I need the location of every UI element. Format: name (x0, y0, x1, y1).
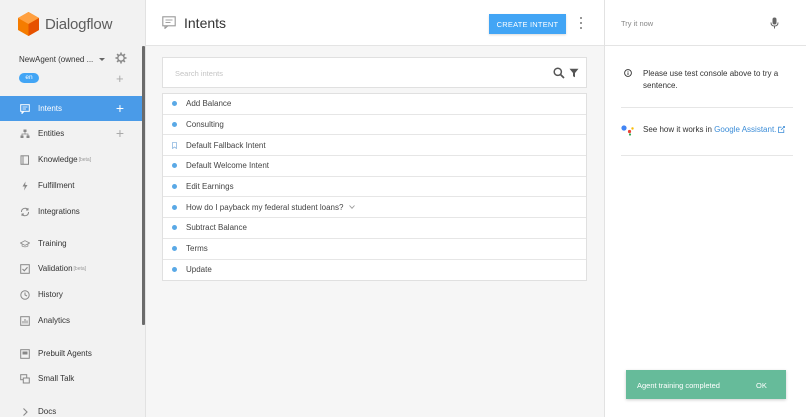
sidebar-item-history[interactable]: History (0, 282, 142, 307)
knowledge-icon (20, 154, 30, 165)
chevron-right-icon (20, 407, 30, 417)
google-assistant-link[interactable]: Google Assistant. (714, 125, 776, 134)
search-bar (162, 57, 587, 88)
add-entity-icon[interactable]: + (116, 126, 124, 140)
prebuilt-agents-icon (20, 348, 30, 359)
training-toast: Agent training completed OK (626, 370, 786, 399)
toast-ok-button[interactable]: OK (756, 381, 767, 390)
sidebar-item-small-talk[interactable]: Small Talk (0, 366, 142, 391)
intent-status-dot (172, 204, 177, 210)
intent-label: Consulting (186, 120, 224, 130)
dialogflow-logo-icon (18, 12, 39, 36)
google-assistant-text: See how it works in Google Assistant. (643, 125, 786, 134)
intent-label: Default Welcome Intent (186, 161, 270, 171)
intent-list: Add Balance Consulting Default Fallback … (162, 93, 587, 282)
clock-icon (20, 289, 30, 300)
sidebar-scrollbar[interactable] (142, 46, 145, 325)
sidebar-item-fulfillment[interactable]: Fulfillment (0, 173, 142, 198)
intent-status-dot (172, 163, 177, 169)
sidebar-item-integrations[interactable]: Integrations (0, 199, 142, 224)
intent-label: Default Fallback Intent (186, 140, 266, 150)
intent-status-dot (172, 267, 177, 273)
app-name: Dialogflow (45, 16, 113, 33)
add-language-icon[interactable]: + (116, 72, 124, 85)
list-item[interactable]: Edit Earnings (163, 177, 586, 198)
filter-icon[interactable] (569, 68, 579, 78)
info-icon (624, 69, 632, 77)
try-it-now-bar (605, 0, 806, 46)
intent-label: Edit Earnings (186, 182, 234, 192)
bolt-icon (20, 181, 30, 191)
intent-status-dot (172, 246, 177, 252)
chevron-down-icon[interactable] (349, 205, 356, 210)
list-item[interactable]: Add Balance (163, 94, 586, 115)
list-item[interactable]: Consulting (163, 115, 586, 136)
check-box-icon (20, 263, 30, 274)
page-header: Intents CREATE INTENT (146, 0, 604, 46)
info-text: Please use test console above to try a s… (643, 69, 779, 90)
sidebar-item-prebuilt-agents[interactable]: Prebuilt Agents (0, 341, 142, 366)
test-console-panel: Please use test console above to try a s… (604, 0, 806, 417)
intent-status-dot (172, 225, 177, 231)
chat-bubble-icon (20, 103, 30, 114)
page-title: Intents (184, 15, 227, 31)
intent-status-dot (172, 184, 177, 190)
more-options-icon[interactable] (579, 17, 583, 29)
intent-label: Terms (186, 244, 208, 254)
main-content: Intents CREATE INTENT Add Balance Consul… (146, 0, 604, 417)
sidebar: Dialogflow NewAgent (owned ... en + Inte… (0, 0, 146, 417)
add-intent-icon[interactable]: + (116, 101, 124, 115)
language-badge[interactable]: en (19, 73, 39, 83)
sidebar-item-training[interactable]: Training (0, 231, 142, 256)
sidebar-item-intents[interactable]: Intents + (0, 96, 142, 121)
entities-icon (20, 129, 30, 139)
graduation-cap-icon (20, 239, 30, 249)
list-item[interactable]: Update (163, 260, 586, 281)
chevron-down-icon (99, 57, 106, 61)
agent-name: NewAgent (owned ... (19, 54, 94, 64)
toast-message: Agent training completed (637, 381, 720, 390)
gear-icon[interactable] (115, 52, 127, 64)
language-row: en + (19, 72, 131, 85)
sidebar-item-analytics[interactable]: Analytics (0, 308, 142, 333)
integrations-icon (20, 207, 30, 217)
sidebar-item-entities[interactable]: Entities + (0, 121, 142, 146)
sidebar-item-knowledge[interactable]: Knowledge [beta] (0, 147, 142, 172)
sidebar-item-validation[interactable]: Validation [beta] (0, 256, 142, 281)
create-intent-button[interactable]: CREATE INTENT (489, 14, 566, 34)
chat-bubble-icon (162, 16, 176, 29)
intent-label: Subtract Balance (186, 223, 247, 233)
intent-status-dot (172, 122, 177, 128)
google-assistant-icon (621, 125, 634, 136)
bookmark-icon (172, 141, 177, 149)
sidebar-item-docs[interactable]: Docs (0, 399, 142, 417)
search-input[interactable] (175, 67, 535, 80)
small-talk-icon (20, 373, 30, 384)
microphone-icon[interactable] (770, 17, 779, 29)
intent-label: Add Balance (186, 99, 232, 109)
list-item[interactable]: Default Welcome Intent (163, 156, 586, 177)
list-item[interactable]: How do I payback my federal student loan… (163, 197, 586, 219)
list-item[interactable]: Terms (163, 239, 586, 260)
try-it-now-input[interactable] (621, 17, 771, 29)
dialogflow-logo[interactable]: Dialogflow (18, 12, 112, 37)
bar-chart-icon (20, 315, 30, 326)
external-link-icon[interactable] (778, 126, 786, 133)
intent-status-dot (172, 101, 177, 107)
search-icon[interactable] (553, 67, 565, 79)
list-item[interactable]: Subtract Balance (163, 218, 586, 239)
list-item[interactable]: Default Fallback Intent (163, 135, 586, 157)
info-message: Please use test console above to try a s… (621, 66, 793, 108)
intent-label: How do I payback my federal student loan… (186, 202, 344, 212)
intent-label: Update (186, 265, 212, 275)
google-assistant-promo: See how it works in Google Assistant. (621, 110, 793, 156)
